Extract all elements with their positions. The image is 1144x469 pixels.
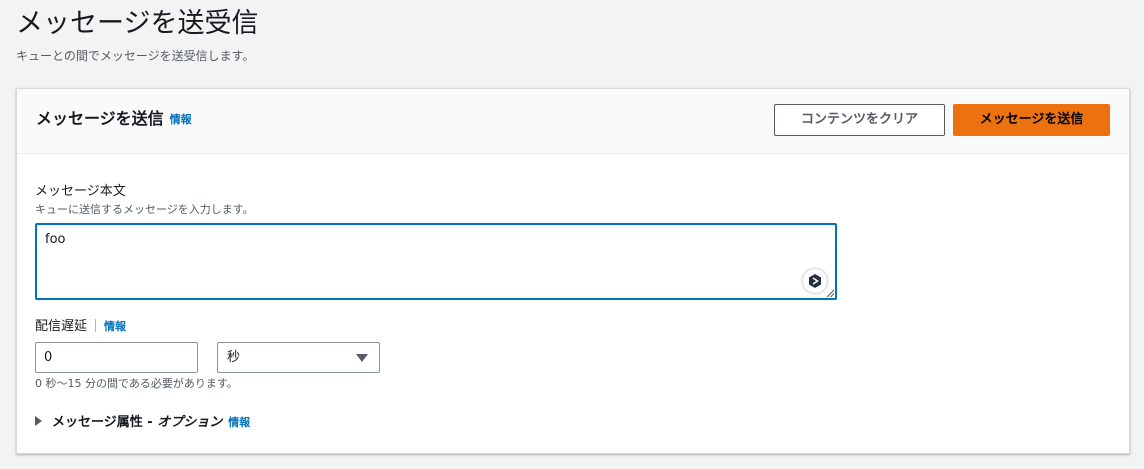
delivery-delay-label: 配信遅延 情報 xyxy=(35,318,126,336)
message-body-textarea[interactable]: foo xyxy=(35,223,837,300)
clear-content-button[interactable]: コンテンツをクリア xyxy=(774,104,945,136)
send-message-panel: メッセージを送信 情報 コンテンツをクリア メッセージを送信 メッセージ本文 キュ… xyxy=(16,88,1130,454)
panel-info-link[interactable]: 情報 xyxy=(170,113,192,126)
delivery-delay-hint: 0 秒〜15 分の間である必要があります。 xyxy=(35,377,238,390)
label-separator xyxy=(95,319,97,332)
panel-title-text: メッセージを送信 xyxy=(36,109,164,128)
message-attributes-label: メッセージ属性 - xyxy=(52,415,158,430)
sparkle-assist-icon[interactable] xyxy=(803,269,827,293)
message-attributes-optional: オプション xyxy=(157,415,223,430)
caret-right-icon xyxy=(35,416,42,426)
page-title: メッセージを送受信 xyxy=(16,8,259,39)
delivery-delay-label-text: 配信遅延 xyxy=(35,319,88,334)
sparkle-assist-glyph xyxy=(809,274,821,288)
delivery-delay-value: 0 xyxy=(44,350,53,365)
delivery-delay-info-link[interactable]: 情報 xyxy=(104,320,126,333)
send-message-button[interactable]: メッセージを送信 xyxy=(953,104,1110,136)
message-body-description: キューに送信するメッセージを入力します。 xyxy=(35,203,254,216)
page-header: メッセージを送受信 キューとの間でメッセージを送受信します。 xyxy=(16,4,258,64)
message-attributes-info-link[interactable]: 情報 xyxy=(228,416,250,429)
delay-unit-select[interactable]: 秒 xyxy=(217,342,380,373)
delay-unit-value: 秒 xyxy=(227,350,241,365)
panel-title: メッセージを送信 情報 xyxy=(36,108,192,131)
message-attributes-expander[interactable]: メッセージ属性 - オプション 情報 xyxy=(35,414,250,432)
message-body-value: foo xyxy=(45,232,66,247)
message-body-label: メッセージ本文 xyxy=(35,184,126,199)
resize-handle-icon[interactable] xyxy=(826,289,834,297)
panel-header: メッセージを送信 情報 コンテンツをクリア メッセージを送信 xyxy=(17,89,1129,154)
page-description: キューとの間でメッセージを送受信します。 xyxy=(16,49,255,63)
caret-down-icon xyxy=(356,354,368,362)
delivery-delay-input[interactable]: 0 xyxy=(35,342,198,373)
